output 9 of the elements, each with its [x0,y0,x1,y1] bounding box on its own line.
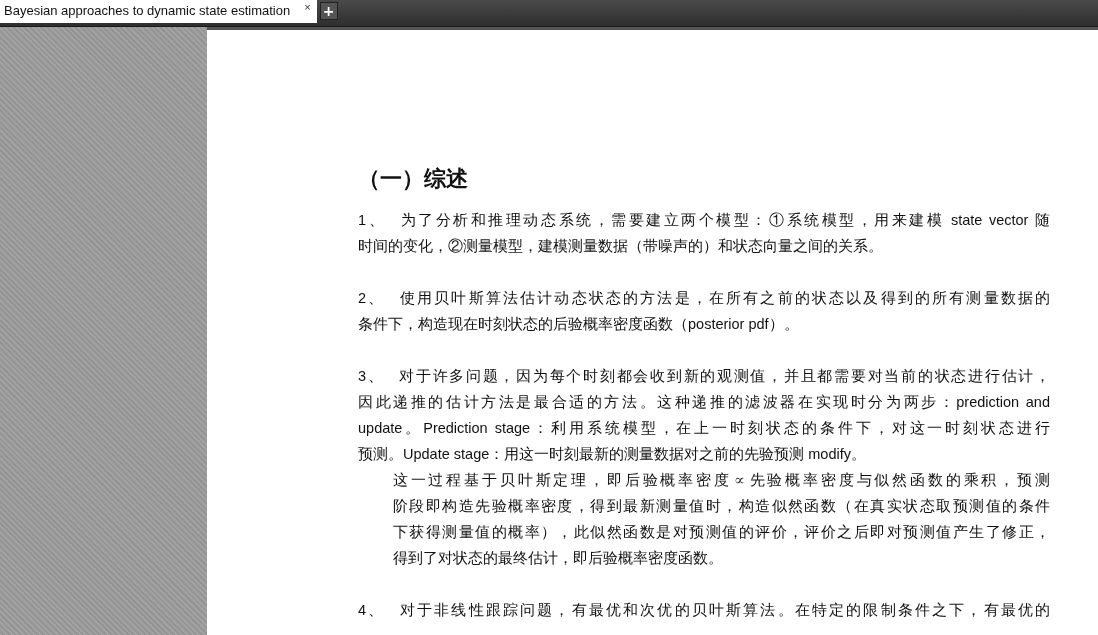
numbered-paragraph: 3、 对于许多问题，因为每个时刻都会收到新的观测值，并且都需要对当前的状态进行估计， 因此递推的估计方法是最合适的方法。这种递推的滤波器在实现时分为两步：prediction and update。Prediction stage：利用系统模型，在上一时刻状态的条件下，对这一时刻状态进行 预测。Update stage：用这一时刻最新的测量数据对之前的先验预测 modify。 [358,367,1050,464]
section-heading: （一）综述 [358,165,469,193]
numbered-paragraph: 2、 使用贝叶斯算法估计动态状态的方法是，在所有之前的状态以及得到的所有测量数据的 条件下，构造现在时刻状态的后验概率密度函数（posterior pdf）。 [358,289,1050,334]
close-icon[interactable]: × [304,0,311,13]
numbered-paragraph: 1、 为了分析和推理动态系统，需要建立两个模型：①系统模型，用来建模 state vector 随 时间的变化，②测量模型，建模测量数据（带噪声的）和状态向量之间的关系。 [358,211,1050,256]
numbered-paragraph: 4、 对于非线性跟踪问题，有最优和次优的贝叶斯算法。在特定的限制条件之下，有最优的 [358,601,1050,620]
document-tab[interactable]: Bayesian approaches to dynamic state estimation × [0,0,317,23]
paragraph: 这一过程基于贝叶斯定理，即后验概率密度∝先验概率密度与似然函数的乘积，预测 阶段即构造先验概率密度，得到最新测量值时，构造似然函数（在真实状态取预测值的条件 下获得测量值的概率），此似然函数是对预测值的评价，评价之后即对预测值产生了修正， 得到了对状态的最终估计，即后验概率密度函数。 [391,471,1050,568]
new-tab-button[interactable]: + [319,2,338,20]
